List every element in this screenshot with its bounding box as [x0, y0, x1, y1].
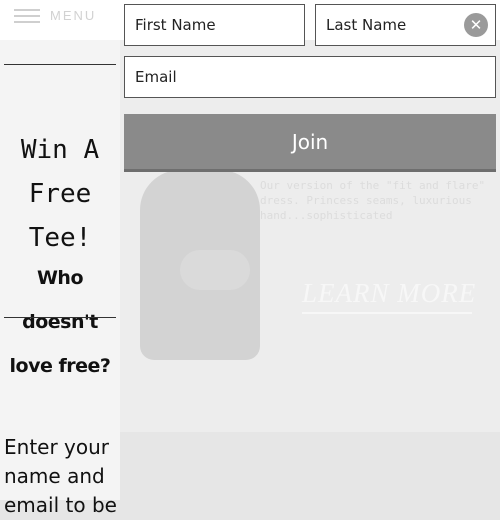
- promo-headline: Win A Free Tee!: [20, 135, 100, 253]
- join-button[interactable]: Join: [124, 114, 496, 172]
- close-icon[interactable]: ✕: [464, 13, 488, 37]
- signup-sidebar: Win A Free Tee! Who doesn't love free? E…: [0, 40, 120, 517]
- hamburger-icon: [14, 8, 40, 23]
- divider-top: [4, 64, 116, 65]
- signup-prompt: Enter your name and email to be: [4, 435, 117, 517]
- email-input[interactable]: [124, 56, 496, 98]
- menu-label: MENU: [50, 8, 97, 23]
- promo-subheadline: Who doesn't love free?: [9, 267, 111, 377]
- hero-description: Our version of the "fit and flare" dress…: [260, 179, 486, 222]
- hero-model-hands: [180, 250, 250, 290]
- divider-bottom: [4, 317, 116, 318]
- learn-more-link[interactable]: LEARN MORE: [302, 278, 476, 309]
- menu-button[interactable]: MENU: [14, 8, 96, 23]
- first-name-input[interactable]: [124, 4, 305, 46]
- learn-more-underline: [302, 312, 472, 314]
- hero-banner: Our version of the "fit and flare" dress…: [120, 40, 500, 432]
